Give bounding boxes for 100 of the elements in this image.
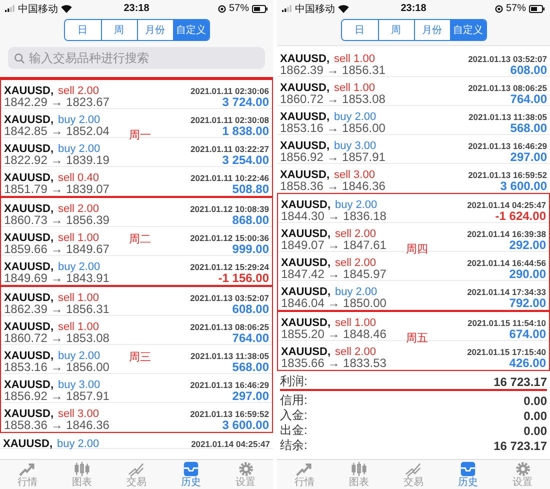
trade-title: XAUUSD, sell 0.40 <box>4 170 99 184</box>
trade-title: XAUUSD, sell 2.00 <box>281 344 376 358</box>
period-tab[interactable]: 月份 <box>136 20 172 40</box>
nav-tab[interactable]: 设置 <box>218 460 273 489</box>
annotation-label: 周二 <box>129 231 151 246</box>
nav-tab[interactable]: 图表 <box>332 460 386 489</box>
trade-prices: 1860.72 → 1853.08 <box>280 92 386 106</box>
trade-time: 2021.01.12 15:29:24 <box>190 262 269 272</box>
annotation-label: 周四 <box>406 242 428 256</box>
trade-prices: 1842.29 → 1823.67 <box>4 94 110 108</box>
trade-profit: 674.00 <box>509 326 546 340</box>
trade-prices: 1855.20 → 1848.46 <box>281 326 386 340</box>
annotation-label: 周五 <box>406 330 428 346</box>
period-tab[interactable]: 自定义 <box>450 20 486 40</box>
trade-title: XAUUSD, buy 3.00 <box>280 138 376 152</box>
carrier-name: 中国移动 <box>18 2 58 16</box>
period-tab[interactable]: 自定义 <box>172 20 208 40</box>
search-field[interactable]: 输入交易品种进行搜索 <box>8 47 265 69</box>
period-tab[interactable]: 日 <box>342 20 378 40</box>
trade-time: 2021.01.14 04:25:47 <box>191 439 270 449</box>
summary-value: 0.00 <box>524 408 547 422</box>
trade-time: 2021.01.12 15:00:36 <box>190 232 269 242</box>
trade-title: XAUUSD, buy 2.00 <box>281 284 378 298</box>
period-tab[interactable]: 月份 <box>414 20 450 40</box>
annotation-label: 周一 <box>129 128 151 142</box>
trade-prices: 1851.79 → 1839.07 <box>4 182 110 196</box>
trade-title: XAUUSD, buy 2.00 <box>4 142 100 156</box>
clock-time: 23:18 <box>124 3 150 14</box>
trade-time: 2021.01.11 03:22:27 <box>190 144 269 154</box>
trade-time: 2021.01.11 10:22:46 <box>190 172 269 182</box>
trade-title: XAUUSD, buy 2.00 <box>281 198 378 212</box>
wifi-icon <box>61 4 72 12</box>
trade-time: 2021.01.15 17:15:40 <box>467 346 546 356</box>
candlestick-icon <box>72 461 91 477</box>
wifi-icon <box>338 4 349 12</box>
trade-time: 2021.01.13 03:52:07 <box>468 54 547 64</box>
carrier-name: 中国移动 <box>295 2 335 16</box>
trade-profit: 290.00 <box>509 266 546 280</box>
trade-title: XAUUSD, sell 2.00 <box>4 202 99 216</box>
trend-lines-icon <box>404 461 422 477</box>
trade-profit: 3 724.00 <box>222 94 269 108</box>
trade-time: 2021.01.14 17:34:33 <box>467 286 546 296</box>
nav-tab[interactable]: 交易 <box>109 460 164 489</box>
trade-profit: 608.00 <box>232 302 269 316</box>
trade-profit: -1 156.00 <box>218 270 269 284</box>
summary-label: 入金: <box>280 407 308 424</box>
trade-prices: 1862.39 → 1856.31 <box>280 62 386 76</box>
trade-title: XAUUSD, buy 2.00 <box>4 348 100 362</box>
summary-label: 信用: <box>280 392 308 409</box>
trade-title: XAUUSD, sell 1.00 <box>4 230 99 244</box>
trade-profit: 999.00 <box>232 242 269 256</box>
trade-profit: 3 600.00 <box>222 418 269 432</box>
trade-prices: 1859.66 → 1849.67 <box>4 242 110 256</box>
search-icon <box>14 52 25 64</box>
trade-profit: 764.00 <box>510 92 547 106</box>
trade-time: 2021.01.13 11:38:05 <box>468 112 547 122</box>
nav-tab[interactable]: 交易 <box>386 460 441 489</box>
clock-time: 23:18 <box>400 3 426 14</box>
summary-value: 16 723.17 <box>494 374 547 388</box>
trade-time: 2021.01.13 03:52:07 <box>190 292 269 302</box>
trade-prices: 1847.42 → 1845.97 <box>281 266 386 280</box>
summary-value: 0.00 <box>524 424 547 438</box>
period-tab[interactable]: 日 <box>64 20 100 40</box>
trade-title: XAUUSD, buy 2.00 <box>280 110 376 124</box>
trade-time: 2021.01.14 04:25:47 <box>467 200 546 210</box>
alarm-icon <box>218 4 226 12</box>
nav-tab[interactable]: 历史 <box>440 460 496 489</box>
trade-profit: 3 254.00 <box>222 152 269 166</box>
summary-label: 出金: <box>280 422 308 439</box>
battery-icon <box>252 4 268 12</box>
trade-prices: 1835.66 → 1833.53 <box>281 356 386 370</box>
battery-percent: 57% <box>228 3 249 14</box>
trade-title: XAUUSD, sell 2.00 <box>281 256 376 270</box>
nav-tab[interactable]: 行情 <box>277 460 332 489</box>
trade-time: 2021.01.12 10:08:39 <box>190 204 269 214</box>
period-tab[interactable]: 周 <box>378 20 414 40</box>
trade-title: XAUUSD, sell 2.00 <box>4 84 99 98</box>
trade-profit: 764.00 <box>232 330 269 344</box>
trade-time: 2021.01.13 16:59:52 <box>190 408 269 418</box>
trade-profit: 292.00 <box>509 238 546 252</box>
nav-tab[interactable]: 图表 <box>54 460 110 489</box>
trade-title: XAUUSD, buy 2.00 <box>4 260 100 274</box>
trade-time: 2021.01.11 02:30:08 <box>190 114 269 124</box>
trade-profit: -1 624.00 <box>495 208 546 222</box>
alarm-icon <box>494 4 503 12</box>
nav-tab[interactable]: 行情 <box>0 460 55 489</box>
trade-profit: 568.00 <box>510 120 547 134</box>
period-tab[interactable]: 周 <box>100 20 136 40</box>
nav-tab[interactable]: 历史 <box>164 460 218 489</box>
trade-title: XAUUSD, sell 2.00 <box>281 226 376 240</box>
trend-arrow-icon <box>295 461 314 477</box>
trade-title: XAUUSD, sell 1.00 <box>4 320 99 334</box>
summary-value: 0.00 <box>524 394 547 408</box>
trade-time: 2021.01.13 08:06:25 <box>468 82 547 92</box>
trade-time: 2021.01.13 16:46:29 <box>468 140 547 150</box>
trade-title: XAUUSD, sell 3.00 <box>4 406 99 420</box>
nav-tab[interactable]: 设置 <box>495 460 550 489</box>
summary-label: 利润: <box>280 373 308 390</box>
trade-profit: 426.00 <box>509 356 546 370</box>
trade-profit: 868.00 <box>232 212 269 226</box>
